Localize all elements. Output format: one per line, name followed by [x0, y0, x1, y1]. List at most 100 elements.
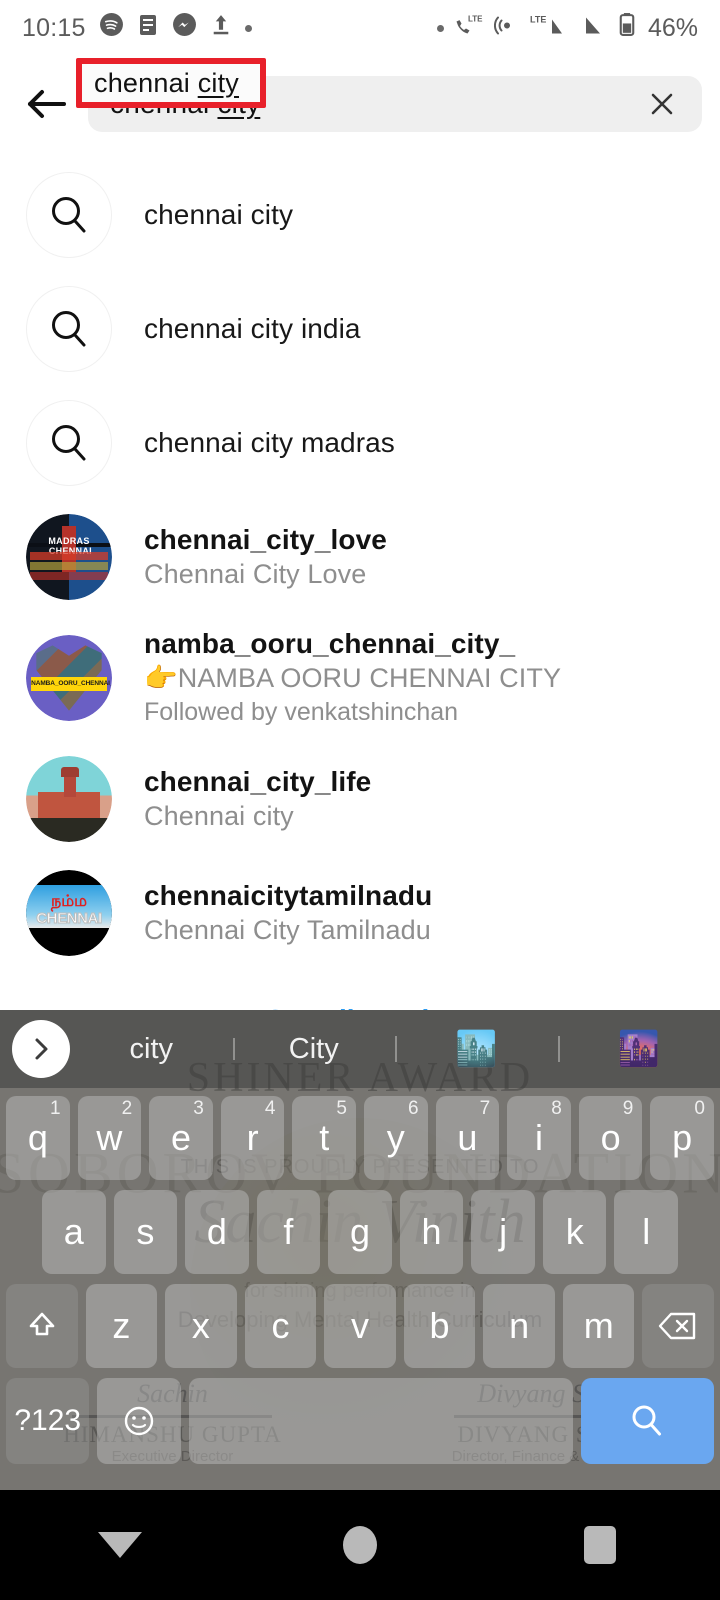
search-suggestion-row[interactable]: chennai city india — [0, 272, 720, 386]
status-bar: 10:15 LTE LTE 46% — [0, 0, 720, 56]
key-b-label: b — [429, 1305, 450, 1346]
key-e-label: e — [171, 1117, 192, 1158]
key-v[interactable]: v — [324, 1284, 396, 1368]
hotspot-icon — [493, 12, 520, 44]
clear-search-button[interactable] — [640, 82, 684, 126]
account-text: namba_ooru_chennai_city_ 👉NAMBA OORU CHE… — [144, 626, 561, 730]
spotify-icon — [99, 12, 124, 44]
key-s[interactable]: s — [113, 1190, 178, 1274]
account-text: chennai_city_life Chennai city — [144, 764, 371, 834]
notification-list-icon — [137, 13, 159, 44]
status-time: 10:15 — [22, 13, 86, 42]
search-enter-key[interactable] — [580, 1378, 715, 1464]
key-k-label: k — [565, 1211, 584, 1252]
key-q[interactable]: 1q — [6, 1096, 70, 1180]
svg-text:LTE: LTE — [468, 15, 483, 24]
key-u-label: u — [457, 1117, 478, 1158]
emoji-key[interactable] — [97, 1378, 181, 1464]
upload-icon — [210, 12, 232, 44]
key-l-label: l — [642, 1211, 651, 1252]
key-q-number: 1 — [50, 1098, 61, 1119]
keyboard-suggestion[interactable]: City — [232, 1033, 396, 1066]
account-followed-by: Followed by venkatshinchan — [144, 698, 459, 727]
key-w[interactable]: 2w — [77, 1096, 142, 1180]
key-i[interactable]: 8i — [507, 1096, 571, 1180]
keyboard-row-3: z x c v b n m — [5, 1284, 715, 1368]
key-i-number: 8 — [551, 1098, 562, 1119]
key-u[interactable]: 7u — [435, 1096, 500, 1180]
battery-percent: 46% — [647, 13, 698, 42]
key-o-label: o — [600, 1117, 621, 1158]
account-result-row[interactable]: MADRAS CHENNAI chennai_city_love Chennai… — [0, 500, 720, 614]
key-t[interactable]: 5t — [292, 1096, 356, 1180]
search-suggestion-row[interactable]: chennai city madras — [0, 386, 720, 500]
space-key[interactable] — [188, 1378, 573, 1464]
symbols-key[interactable]: ?123 — [6, 1378, 90, 1464]
search-suggestion-row[interactable]: chennai city — [0, 158, 720, 272]
account-result-row[interactable]: நம்ம CHENNAI chennaicitytamilnadu Chenna… — [0, 856, 720, 970]
recents-button[interactable] — [555, 1500, 645, 1590]
key-m[interactable]: m — [562, 1284, 635, 1368]
key-j[interactable]: j — [471, 1190, 535, 1274]
chevron-right-icon — [35, 1038, 48, 1060]
key-a[interactable]: a — [41, 1190, 106, 1274]
keyboard-keys: 1q 2w 3e 4r 5t 6y 7u 8i 9o 0p a s d f g … — [0, 1088, 720, 1490]
battery-icon — [618, 12, 636, 44]
key-k[interactable]: k — [542, 1190, 607, 1274]
search-input[interactable]: chennai city chennai city — [76, 58, 702, 132]
system-navigation-bar — [0, 1490, 720, 1600]
keyboard-suggestion-emoji-night-city[interactable]: 🌆 — [557, 1029, 720, 1069]
avatar-image-namba-ooru: NAMBA_OORU_CHENNAI_CITY — [26, 635, 112, 721]
avatar: நம்ம CHENNAI — [26, 870, 112, 956]
key-n[interactable]: n — [483, 1284, 555, 1368]
status-bar-right: LTE LTE 46% — [436, 12, 698, 44]
backspace-key[interactable] — [642, 1284, 715, 1368]
key-p[interactable]: 0p — [650, 1096, 714, 1180]
key-l[interactable]: l — [614, 1190, 679, 1274]
back-arrow-icon — [28, 90, 66, 118]
key-s-label: s — [136, 1211, 155, 1252]
key-p-number: 0 — [694, 1098, 705, 1119]
keyboard-suggestion[interactable]: city — [70, 1033, 233, 1066]
key-z-label: z — [112, 1305, 131, 1346]
home-button[interactable] — [315, 1500, 405, 1590]
back-button[interactable] — [22, 78, 74, 130]
lte-call-icon: LTE — [454, 12, 484, 44]
key-z[interactable]: z — [85, 1284, 158, 1368]
suggestion-items: city City 🏙️ 🌆 — [70, 1010, 720, 1088]
key-d[interactable]: d — [185, 1190, 249, 1274]
key-y-label: y — [386, 1117, 405, 1158]
hide-keyboard-button[interactable] — [75, 1500, 165, 1590]
key-f[interactable]: f — [256, 1190, 321, 1274]
key-p-label: p — [672, 1117, 693, 1158]
key-o[interactable]: 9o — [578, 1096, 643, 1180]
svg-text:LTE: LTE — [530, 15, 546, 25]
search-input-value: chennai city — [110, 88, 260, 120]
key-e-number: 3 — [193, 1098, 204, 1119]
account-result-row[interactable]: chennai_city_life Chennai city — [0, 742, 720, 856]
key-y[interactable]: 6y — [364, 1096, 428, 1180]
key-r-number: 4 — [264, 1098, 276, 1119]
expand-suggestions-button[interactable] — [12, 1020, 70, 1078]
key-b[interactable]: b — [403, 1284, 476, 1368]
keyboard-suggestion-emoji-cityscape[interactable]: 🏙️ — [395, 1029, 558, 1069]
key-x[interactable]: x — [165, 1284, 237, 1368]
instagram-search-screen: 10:15 LTE LTE 46% chennai city chennai c… — [0, 0, 720, 1600]
more-notifications-dot-icon — [244, 24, 252, 32]
key-h[interactable]: h — [399, 1190, 464, 1274]
account-username: chennaicitytamilnadu — [144, 879, 433, 911]
key-e[interactable]: 3e — [149, 1096, 213, 1180]
key-v-label: v — [351, 1305, 369, 1346]
key-m-label: m — [583, 1305, 614, 1346]
key-c[interactable]: c — [244, 1284, 317, 1368]
key-t-label: t — [319, 1117, 330, 1158]
key-r[interactable]: 4r — [220, 1096, 285, 1180]
search-header: chennai city chennai city — [0, 56, 720, 152]
key-g[interactable]: g — [328, 1190, 392, 1274]
close-icon — [651, 93, 673, 115]
account-result-row[interactable]: NAMBA_OORU_CHENNAI_CITY namba_ooru_chenn… — [0, 614, 720, 742]
suggestion-label: chennai city india — [144, 313, 361, 344]
search-icon — [26, 286, 112, 372]
key-x-label: x — [191, 1305, 210, 1346]
shift-key[interactable] — [5, 1284, 78, 1368]
